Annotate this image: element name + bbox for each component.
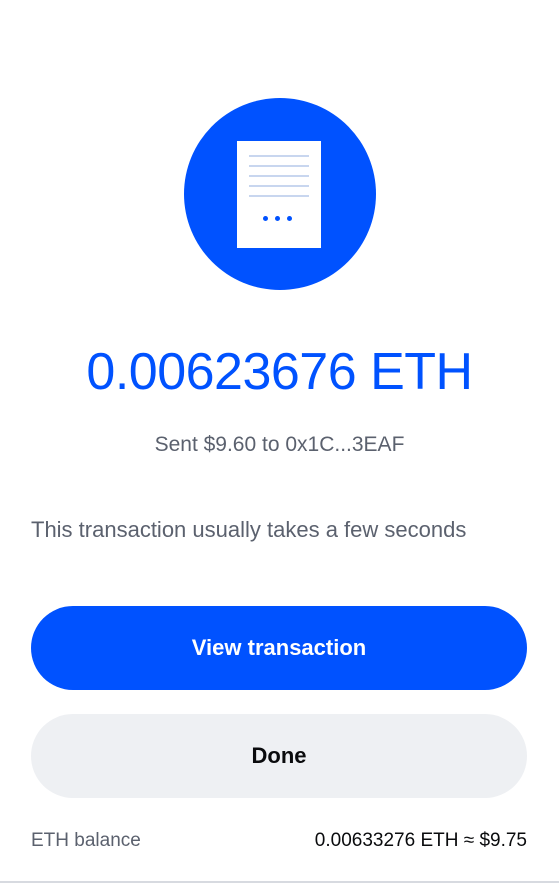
dot (263, 216, 268, 221)
done-label: Done (251, 743, 307, 768)
dot (287, 216, 292, 221)
document-line (249, 175, 309, 177)
transaction-status-icon (184, 98, 376, 290)
sent-summary: Sent $9.60 to 0x1C...3EAF (154, 433, 405, 456)
document-icon (237, 141, 321, 248)
view-transaction-label: View transaction (191, 635, 367, 660)
document-line (249, 185, 309, 187)
transaction-amount: 0.00623676 ETH (86, 343, 473, 401)
document-line (249, 165, 309, 167)
eth-balance-value: 0.00633276 ETH ≈ $9.75 (314, 830, 527, 851)
ellipsis-icon (263, 216, 295, 222)
bottom-divider (0, 881, 559, 883)
document-line (249, 155, 309, 157)
document-line (249, 195, 309, 197)
eth-balance-label: ETH balance (31, 830, 141, 851)
done-button[interactable]: Done (31, 714, 527, 798)
dot (275, 216, 280, 221)
view-transaction-button[interactable]: View transaction (31, 606, 527, 690)
transaction-info: This transaction usually takes a few sec… (31, 517, 467, 542)
